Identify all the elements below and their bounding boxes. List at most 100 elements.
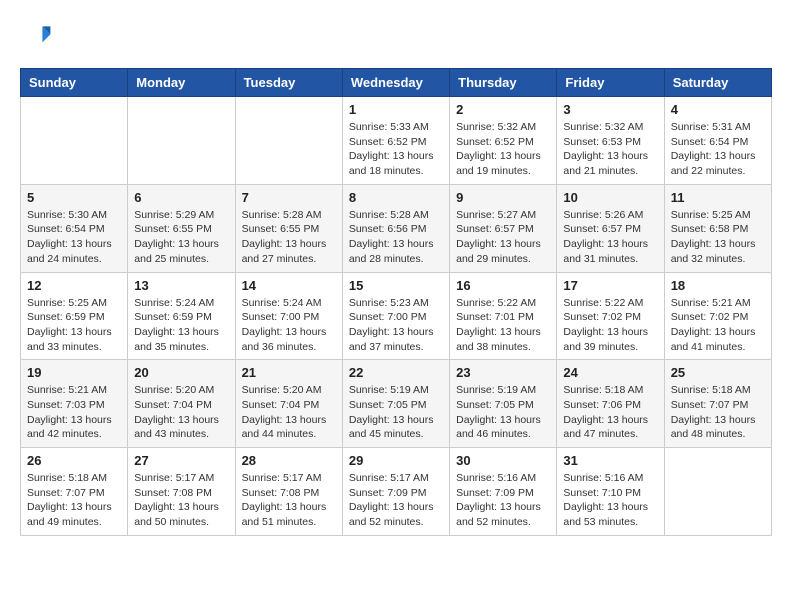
day-info: Sunrise: 5:20 AM Sunset: 7:04 PM Dayligh… <box>242 383 336 442</box>
calendar-week-row: 1Sunrise: 5:33 AM Sunset: 6:52 PM Daylig… <box>21 97 772 185</box>
calendar-day-29: 29 Sunrise: 5:17 AM Sunset: 7:09 PM Dayli… <box>342 448 449 536</box>
day-number: 3 <box>563 102 657 117</box>
calendar-day-7: 7 Sunrise: 5:28 AM Sunset: 6:55 PM Daylig… <box>235 184 342 272</box>
day-info: Sunrise: 5:18 AM Sunset: 7:07 PM Dayligh… <box>27 471 121 530</box>
logo-icon <box>20 20 52 52</box>
day-info: Sunrise: 5:23 AM Sunset: 7:00 PM Dayligh… <box>349 296 443 355</box>
day-info: Sunrise: 5:20 AM Sunset: 7:04 PM Dayligh… <box>134 383 228 442</box>
calendar-day-31: 31 Sunrise: 5:16 AM Sunset: 7:10 PM Dayli… <box>557 448 664 536</box>
calendar-day-27: 27 Sunrise: 5:17 AM Sunset: 7:08 PM Dayli… <box>128 448 235 536</box>
logo <box>20 20 56 52</box>
day-info: Sunrise: 5:16 AM Sunset: 7:10 PM Dayligh… <box>563 471 657 530</box>
day-number: 20 <box>134 365 228 380</box>
day-info: Sunrise: 5:17 AM Sunset: 7:08 PM Dayligh… <box>134 471 228 530</box>
weekday-header-wednesday: Wednesday <box>342 69 449 97</box>
day-number: 7 <box>242 190 336 205</box>
day-info: Sunrise: 5:19 AM Sunset: 7:05 PM Dayligh… <box>349 383 443 442</box>
calendar-table: SundayMondayTuesdayWednesdayThursdayFrid… <box>20 68 772 536</box>
calendar-day-11: 11 Sunrise: 5:25 AM Sunset: 6:58 PM Dayli… <box>664 184 771 272</box>
weekday-header-tuesday: Tuesday <box>235 69 342 97</box>
empty-day-cell <box>21 97 128 185</box>
day-info: Sunrise: 5:16 AM Sunset: 7:09 PM Dayligh… <box>456 471 550 530</box>
calendar-day-23: 23Sunrise: 5:19 AM Sunset: 7:05 PM Dayli… <box>450 360 557 448</box>
day-number: 10 <box>563 190 657 205</box>
day-number: 11 <box>671 190 765 205</box>
weekday-header-sunday: Sunday <box>21 69 128 97</box>
calendar-day-20: 20 Sunrise: 5:20 AM Sunset: 7:04 PM Dayli… <box>128 360 235 448</box>
day-info: Sunrise: 5:25 AM Sunset: 6:58 PM Dayligh… <box>671 208 765 267</box>
calendar-day-24: 24 Sunrise: 5:18 AM Sunset: 7:06 PM Dayli… <box>557 360 664 448</box>
day-info: Sunrise: 5:17 AM Sunset: 7:09 PM Dayligh… <box>349 471 443 530</box>
calendar-day-25: 25 Sunrise: 5:18 AM Sunset: 7:07 PM Dayli… <box>664 360 771 448</box>
day-info: Sunrise: 5:22 AM Sunset: 7:01 PM Dayligh… <box>456 296 550 355</box>
calendar-day-9: 9Sunrise: 5:27 AM Sunset: 6:57 PM Daylig… <box>450 184 557 272</box>
day-number: 5 <box>27 190 121 205</box>
calendar-day-5: 5 Sunrise: 5:30 AM Sunset: 6:54 PM Daylig… <box>21 184 128 272</box>
day-info: Sunrise: 5:31 AM Sunset: 6:54 PM Dayligh… <box>671 120 765 179</box>
calendar-day-2: 2 Sunrise: 5:32 AM Sunset: 6:52 PM Daylig… <box>450 97 557 185</box>
day-number: 21 <box>242 365 336 380</box>
calendar-day-3: 3 Sunrise: 5:32 AM Sunset: 6:53 PM Daylig… <box>557 97 664 185</box>
day-info: Sunrise: 5:21 AM Sunset: 7:02 PM Dayligh… <box>671 296 765 355</box>
calendar-day-26: 26Sunrise: 5:18 AM Sunset: 7:07 PM Dayli… <box>21 448 128 536</box>
day-info: Sunrise: 5:32 AM Sunset: 6:52 PM Dayligh… <box>456 120 550 179</box>
day-number: 13 <box>134 278 228 293</box>
day-info: Sunrise: 5:33 AM Sunset: 6:52 PM Dayligh… <box>349 120 443 179</box>
day-info: Sunrise: 5:18 AM Sunset: 7:06 PM Dayligh… <box>563 383 657 442</box>
calendar-day-12: 12Sunrise: 5:25 AM Sunset: 6:59 PM Dayli… <box>21 272 128 360</box>
day-number: 14 <box>242 278 336 293</box>
calendar-day-17: 17 Sunrise: 5:22 AM Sunset: 7:02 PM Dayli… <box>557 272 664 360</box>
empty-day-cell <box>235 97 342 185</box>
day-info: Sunrise: 5:22 AM Sunset: 7:02 PM Dayligh… <box>563 296 657 355</box>
weekday-header-friday: Friday <box>557 69 664 97</box>
day-info: Sunrise: 5:21 AM Sunset: 7:03 PM Dayligh… <box>27 383 121 442</box>
day-number: 15 <box>349 278 443 293</box>
calendar-day-16: 16 Sunrise: 5:22 AM Sunset: 7:01 PM Dayli… <box>450 272 557 360</box>
calendar-day-4: 4Sunrise: 5:31 AM Sunset: 6:54 PM Daylig… <box>664 97 771 185</box>
calendar-day-6: 6 Sunrise: 5:29 AM Sunset: 6:55 PM Daylig… <box>128 184 235 272</box>
day-number: 8 <box>349 190 443 205</box>
day-info: Sunrise: 5:18 AM Sunset: 7:07 PM Dayligh… <box>671 383 765 442</box>
day-number: 29 <box>349 453 443 468</box>
day-number: 16 <box>456 278 550 293</box>
calendar-day-18: 18 Sunrise: 5:21 AM Sunset: 7:02 PM Dayli… <box>664 272 771 360</box>
weekday-header-monday: Monday <box>128 69 235 97</box>
calendar-day-19: 19Sunrise: 5:21 AM Sunset: 7:03 PM Dayli… <box>21 360 128 448</box>
calendar-day-14: 14 Sunrise: 5:24 AM Sunset: 7:00 PM Dayli… <box>235 272 342 360</box>
day-info: Sunrise: 5:30 AM Sunset: 6:54 PM Dayligh… <box>27 208 121 267</box>
day-number: 25 <box>671 365 765 380</box>
weekday-header-thursday: Thursday <box>450 69 557 97</box>
day-number: 2 <box>456 102 550 117</box>
day-number: 18 <box>671 278 765 293</box>
calendar-day-8: 8Sunrise: 5:28 AM Sunset: 6:56 PM Daylig… <box>342 184 449 272</box>
day-number: 31 <box>563 453 657 468</box>
calendar-day-28: 28 Sunrise: 5:17 AM Sunset: 7:08 PM Dayli… <box>235 448 342 536</box>
day-info: Sunrise: 5:24 AM Sunset: 6:59 PM Dayligh… <box>134 296 228 355</box>
day-info: Sunrise: 5:25 AM Sunset: 6:59 PM Dayligh… <box>27 296 121 355</box>
day-number: 27 <box>134 453 228 468</box>
weekday-header-saturday: Saturday <box>664 69 771 97</box>
day-number: 28 <box>242 453 336 468</box>
day-info: Sunrise: 5:28 AM Sunset: 6:55 PM Dayligh… <box>242 208 336 267</box>
day-info: Sunrise: 5:27 AM Sunset: 6:57 PM Dayligh… <box>456 208 550 267</box>
day-number: 23 <box>456 365 550 380</box>
calendar-day-30: 30 Sunrise: 5:16 AM Sunset: 7:09 PM Dayli… <box>450 448 557 536</box>
empty-day-cell <box>128 97 235 185</box>
day-number: 24 <box>563 365 657 380</box>
day-info: Sunrise: 5:17 AM Sunset: 7:08 PM Dayligh… <box>242 471 336 530</box>
day-info: Sunrise: 5:29 AM Sunset: 6:55 PM Dayligh… <box>134 208 228 267</box>
calendar-day-15: 15 Sunrise: 5:23 AM Sunset: 7:00 PM Dayli… <box>342 272 449 360</box>
day-info: Sunrise: 5:24 AM Sunset: 7:00 PM Dayligh… <box>242 296 336 355</box>
calendar-week-row: 5 Sunrise: 5:30 AM Sunset: 6:54 PM Daylig… <box>21 184 772 272</box>
day-number: 6 <box>134 190 228 205</box>
calendar-week-row: 12Sunrise: 5:25 AM Sunset: 6:59 PM Dayli… <box>21 272 772 360</box>
empty-day-cell <box>664 448 771 536</box>
calendar-day-22: 22Sunrise: 5:19 AM Sunset: 7:05 PM Dayli… <box>342 360 449 448</box>
calendar-day-13: 13 Sunrise: 5:24 AM Sunset: 6:59 PM Dayli… <box>128 272 235 360</box>
day-number: 30 <box>456 453 550 468</box>
day-number: 17 <box>563 278 657 293</box>
day-info: Sunrise: 5:32 AM Sunset: 6:53 PM Dayligh… <box>563 120 657 179</box>
weekday-header-row: SundayMondayTuesdayWednesdayThursdayFrid… <box>21 69 772 97</box>
calendar-day-1: 1Sunrise: 5:33 AM Sunset: 6:52 PM Daylig… <box>342 97 449 185</box>
day-info: Sunrise: 5:26 AM Sunset: 6:57 PM Dayligh… <box>563 208 657 267</box>
